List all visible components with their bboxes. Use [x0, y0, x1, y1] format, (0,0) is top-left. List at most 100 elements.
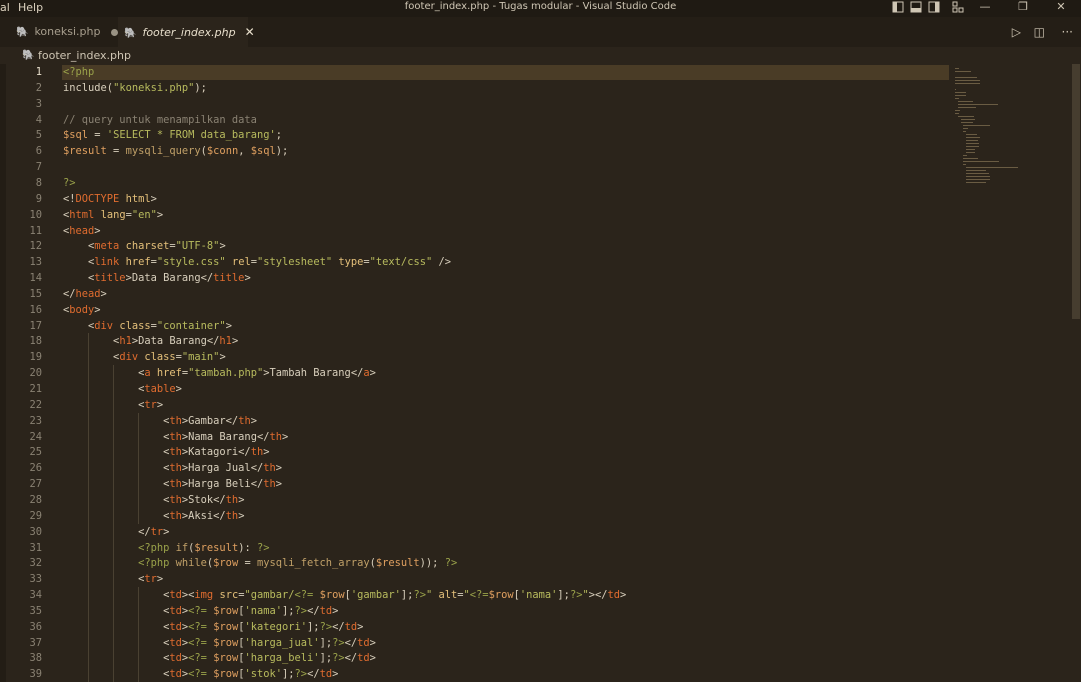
- code-line[interactable]: 34 <td><img src="gambar/<?= $row['gambar…: [0, 587, 950, 603]
- line-number: 9: [35, 192, 42, 205]
- code-token: <: [63, 367, 145, 380]
- code-line[interactable]: 36 <td><?= $row['kategori'];?></td>: [0, 619, 950, 635]
- minimap-line: [960, 119, 975, 120]
- minimap-line: [966, 176, 990, 177]
- code-line[interactable]: 11 <head>: [0, 223, 950, 239]
- code-line[interactable]: 27 <th>Harga Beli</th>: [0, 476, 950, 492]
- code-line[interactable]: 25 <th>Katagori</th>: [0, 444, 950, 460]
- code-line[interactable]: 5 $sql = 'SELECT * FROM data_barang';: [0, 127, 950, 143]
- code-line[interactable]: 23 <th>Gambar</th>: [0, 413, 950, 429]
- code-line[interactable]: 26 <th>Harga Jual</th>: [0, 460, 950, 476]
- code-editor[interactable]: 1 <?php 2 include("koneksi.php"); 3 4// query…: [0, 64, 1081, 682]
- code-line[interactable]: 20 <a href="tambah.php">Tambah Barang</a…: [0, 365, 950, 381]
- code-line[interactable]: 37 <td><?= $row['harga_jual'];?></td>: [0, 635, 950, 651]
- code-line[interactable]: 7: [0, 159, 950, 175]
- code-line[interactable]: 33 <tr>: [0, 571, 950, 587]
- minimap-line: [963, 128, 969, 129]
- close-window-button[interactable]: ✕: [1049, 0, 1073, 17]
- code-line[interactable]: 18 <h1>Data Barang</h1>: [0, 333, 950, 349]
- line-number: 27: [29, 478, 42, 491]
- code-token: 'harga_beli': [244, 652, 320, 665]
- code-line[interactable]: 28 <th>Stok</th>: [0, 492, 950, 508]
- code-line[interactable]: 31 <?php if($result): ?>: [0, 540, 950, 556]
- code-line[interactable]: 1 <?php: [0, 64, 950, 80]
- split-editor-icon[interactable]: ◫: [1034, 17, 1045, 47]
- code-line[interactable]: 32 <?php while($row = mysqli_fetch_array…: [0, 555, 950, 571]
- code-token: ];: [282, 604, 295, 617]
- line-number: 7: [35, 161, 42, 174]
- code-token: >: [281, 430, 289, 443]
- tab-footer-index[interactable]: 🐘 footer_index.php ✕: [118, 17, 255, 47]
- code-line[interactable]: 22 <tr>: [0, 397, 950, 413]
- minimap-line: [966, 170, 986, 171]
- minimize-button[interactable]: —: [973, 0, 997, 17]
- code-token: >: [369, 367, 376, 380]
- code-token: ];: [400, 589, 414, 602]
- more-actions-icon[interactable]: ···: [1062, 17, 1073, 47]
- vertical-scrollbar[interactable]: [1071, 64, 1081, 682]
- code-token: while: [175, 557, 207, 570]
- minimap[interactable]: [955, 64, 1065, 194]
- code-line[interactable]: 12 <meta charset="UTF-8">: [0, 238, 950, 254]
- code-line[interactable]: 30 </tr>: [0, 524, 950, 540]
- line-source: <td><?= $row['kategori'];?></td>: [63, 619, 363, 635]
- code-token: class: [119, 319, 151, 332]
- code-line[interactable]: 10 <html lang="en">: [0, 207, 950, 223]
- run-icon[interactable]: ▷: [1012, 17, 1021, 47]
- code-line[interactable]: 2 include("koneksi.php");: [0, 80, 950, 96]
- minimap-line: [966, 149, 976, 150]
- line-source: <!DOCTYPE html>: [63, 191, 157, 207]
- line-number: 39: [29, 668, 42, 681]
- code-line[interactable]: 38 <td><?= $row['harga_beli'];?></td>: [0, 650, 950, 666]
- code-token: link: [94, 256, 120, 269]
- code-line[interactable]: 16 <body>: [0, 302, 950, 318]
- line-source: <td><?= $row['stok'];?></td>: [63, 666, 338, 682]
- layout-icons[interactable]: [891, 1, 971, 14]
- code-token: >: [620, 589, 627, 602]
- line-number: 34: [29, 589, 42, 602]
- code-line[interactable]: 21 <table>: [0, 381, 950, 397]
- code-line[interactable]: 3: [0, 96, 950, 112]
- code-token: >: [238, 493, 245, 506]
- php-icon: 🐘: [22, 50, 35, 61]
- code-line[interactable]: 15 </head>: [0, 286, 950, 302]
- code-line[interactable]: 29 <th>Aksi</th>: [0, 508, 950, 524]
- code-line[interactable]: 19 <div class="main">: [0, 349, 950, 365]
- code-token: <: [63, 240, 95, 253]
- code-line[interactable]: 24 <th>Nama Barang</th>: [0, 429, 950, 445]
- line-number: 8: [35, 176, 42, 189]
- line-number: 18: [29, 335, 42, 348]
- code-token: ?>: [332, 636, 345, 649]
- line-number: 23: [29, 414, 42, 427]
- code-token: th: [225, 493, 239, 506]
- code-line[interactable]: 13 <link href="style.css" rel="styleshee…: [0, 254, 950, 270]
- code-line[interactable]: 39 <td><?= $row['stok'];?></td>: [0, 666, 950, 682]
- indent-guide: [113, 365, 115, 682]
- line-source: <?php while($row = mysqli_fetch_array($r…: [63, 555, 457, 571]
- code-line[interactable]: 9 <!DOCTYPE html>: [0, 191, 950, 207]
- code-line[interactable]: 6 $result = mysqli_query($conn, $sql);: [0, 143, 950, 159]
- code-token: <: [63, 319, 95, 332]
- code-line[interactable]: 17 <div class="container">: [0, 318, 950, 334]
- line-source: </head>: [63, 286, 107, 302]
- code-token: $row: [213, 557, 239, 570]
- scrollbar-thumb[interactable]: [1072, 64, 1080, 319]
- code-token: </: [307, 604, 320, 617]
- code-token: 'kategori': [244, 620, 308, 633]
- code-line[interactable]: 8 ?>: [0, 175, 950, 191]
- breadcrumb-file[interactable]: footer_index.php: [38, 47, 131, 64]
- tab-koneksi[interactable]: 🐘 koneksi.php: [8, 17, 126, 47]
- code-line[interactable]: 4 // query untuk menampilkan data: [0, 112, 950, 128]
- line-number: 17: [29, 319, 42, 332]
- code-token: </: [344, 636, 358, 649]
- close-tab-icon[interactable]: ✕: [245, 25, 255, 39]
- code-token: $conn: [206, 145, 239, 158]
- code-token: $row: [319, 589, 345, 602]
- code-token: >Data Barang</: [131, 335, 220, 348]
- code-line[interactable]: 14 <title>Data Barang</title>: [0, 270, 950, 286]
- code-token: mysqli_query: [125, 145, 201, 158]
- maximize-button[interactable]: ❐: [1011, 0, 1035, 17]
- line-source: <th>Nama Barang</th>: [63, 429, 288, 445]
- code-line[interactable]: 35 <td><?= $row['nama'];?></td>: [0, 603, 950, 619]
- minimap-line: [955, 113, 960, 114]
